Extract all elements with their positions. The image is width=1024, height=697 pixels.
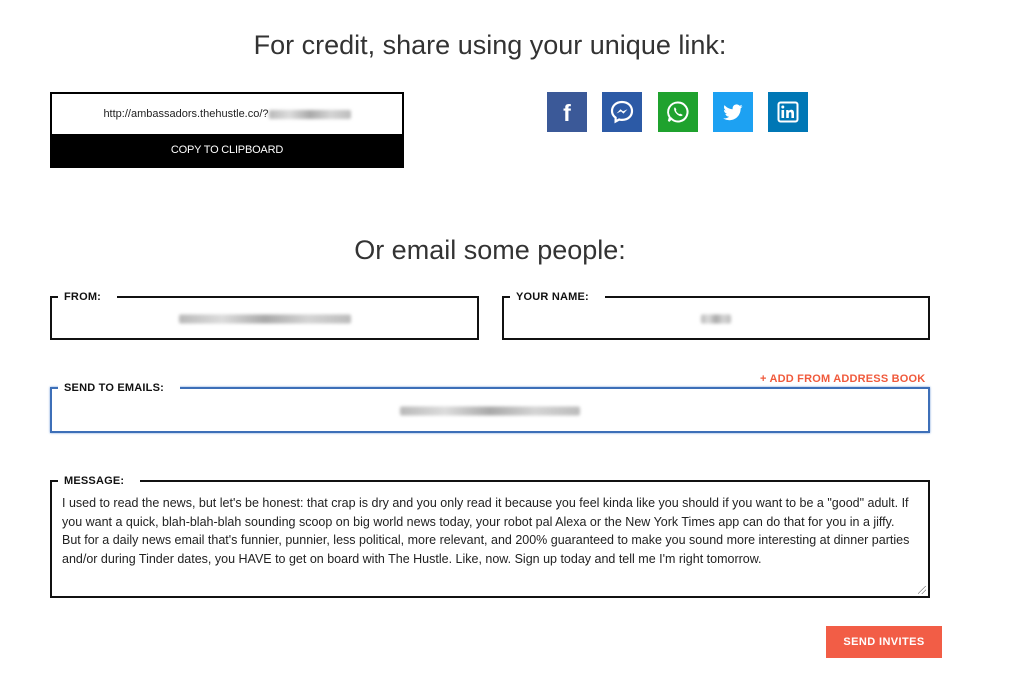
linkedin-icon (768, 92, 808, 132)
message-field[interactable]: MESSAGE: I used to read the news, but le… (50, 474, 930, 598)
send-to-emails-value (52, 403, 928, 418)
email-heading: Or email some people: (354, 235, 626, 265)
share-heading: For credit, share using your unique link… (253, 30, 727, 60)
messenger-icon (602, 92, 642, 132)
from-value (52, 311, 477, 326)
facebook-share-button[interactable]: f (547, 92, 587, 132)
twitter-icon (713, 92, 753, 132)
facebook-icon: f (547, 92, 587, 132)
your-name-label: YOUR NAME: (510, 290, 605, 304)
whatsapp-share-button[interactable] (658, 92, 698, 132)
add-from-address-book-link[interactable]: + ADD FROM ADDRESS BOOK (760, 373, 925, 385)
twitter-share-button[interactable] (713, 92, 753, 132)
whatsapp-icon (658, 92, 698, 132)
linkedin-share-button[interactable] (768, 92, 808, 132)
message-label: MESSAGE: (58, 474, 141, 488)
share-link-prefix: http://ambassadors.thehustle.co/? (103, 108, 269, 120)
send-invites-button[interactable]: SEND INVITES (826, 626, 942, 658)
from-field[interactable]: FROM: (50, 290, 479, 340)
share-link-box: http://ambassadors.thehustle.co/? COPY T… (50, 92, 404, 168)
from-label: FROM: (58, 290, 118, 304)
messenger-share-button[interactable] (602, 92, 642, 132)
copy-to-clipboard-button[interactable]: COPY TO CLIPBOARD (52, 134, 402, 166)
redacted-name (701, 314, 731, 324)
redacted-from-email (178, 314, 351, 324)
redacted-recipient-emails (400, 406, 580, 416)
your-name-value (504, 311, 928, 326)
message-textarea[interactable]: I used to read the news, but let's be ho… (62, 494, 916, 568)
svg-text:f: f (563, 100, 571, 126)
resize-grip-icon[interactable] (918, 586, 926, 594)
redacted-link-token (268, 109, 351, 119)
send-to-emails-label: SEND TO EMAILS: (58, 381, 180, 395)
send-to-emails-field[interactable]: SEND TO EMAILS: (50, 381, 930, 433)
your-name-field[interactable]: YOUR NAME: (502, 290, 930, 340)
share-link-text[interactable]: http://ambassadors.thehustle.co/? (52, 94, 402, 134)
